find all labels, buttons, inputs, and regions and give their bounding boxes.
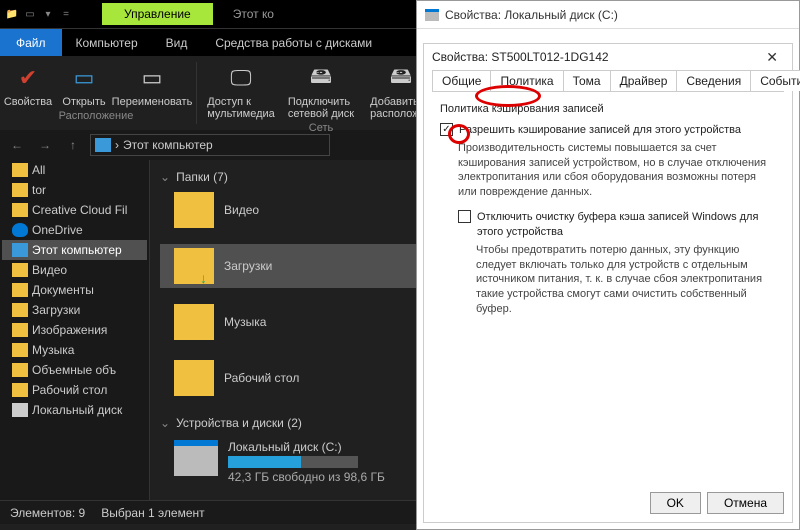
tree-item[interactable]: Видео [2,260,147,280]
tree-item[interactable]: All [2,160,147,180]
media-access-button[interactable]: 🖵Доступ к мультимедиа [201,60,281,122]
view-menu[interactable]: Вид [152,29,202,56]
status-item-count: Элементов: 9 [10,506,85,520]
folder-label: Видео [224,203,259,217]
disable-flush-checkbox[interactable] [458,210,471,223]
tree-item[interactable]: OneDrive [2,220,147,240]
ribbon-group-network: Сеть [309,122,333,134]
rename-button[interactable]: ▭Переименовать [112,60,192,110]
tree-item-label: Creative Cloud Fil [32,203,127,217]
window-title: Этот кo [233,7,274,21]
tree-item[interactable]: Локальный диск [2,400,147,420]
breadcrumb-this-pc[interactable]: Этот компьютер [123,138,213,152]
computer-menu[interactable]: Компьютер [62,29,152,56]
tree-item-icon [12,163,28,177]
map-network-drive-button[interactable]: 🖴Подключить сетевой диск [281,60,361,122]
tree-item-label: OneDrive [32,223,83,237]
qat-drop[interactable]: ▾ [40,6,56,22]
tree-item[interactable]: Рабочий стол [2,380,147,400]
pc-icon [95,138,111,152]
qat-item[interactable]: = [58,6,74,22]
dialog-outer-title: Свойства: Локальный диск (C:) [417,1,799,29]
tree-item[interactable]: Документы [2,280,147,300]
tree-item[interactable]: Загрузки [2,300,147,320]
tree-item-icon [12,283,28,297]
open-button[interactable]: ▭Открыть [56,60,112,110]
enable-write-cache-desc: Производительность системы повышается за… [458,141,776,200]
file-menu[interactable]: Файл [0,29,62,56]
tree-item[interactable]: Creative Cloud Fil [2,200,147,220]
disable-flush-desc: Чтобы предотвратить потерю данных, эту ф… [476,243,776,317]
tree-item[interactable]: Объемные объ [2,360,147,380]
tab-События[interactable]: События [750,70,800,91]
folder-icon: ↓ [174,248,214,284]
tree-item-label: Изображения [32,323,107,337]
folder-label: Музыка [224,315,266,329]
tab-Драйвер[interactable]: Драйвер [610,70,678,91]
dialog-inner-title: Свойства: ST500LT012-1DG142 [432,50,609,64]
drive-free-text: 42,3 ГБ свободно из 98,6 ГБ [228,470,385,484]
tree-item-icon [12,303,28,317]
disable-flush-label: Отключить очистку буфера кэша записей Wi… [477,210,776,240]
tree-item[interactable]: Этот компьютер [2,240,147,260]
tree-item-label: Видео [32,263,67,277]
tree-item-label: Локальный диск [32,403,122,417]
enable-write-cache-checkbox[interactable] [440,123,453,136]
tree-item-icon [12,343,28,357]
properties-dialog: Свойства: Локальный диск (C:) Свойства: … [416,0,800,530]
drive-icon [174,440,218,476]
tab-Тома[interactable]: Тома [563,70,611,91]
drive-icon [425,9,439,21]
nav-tree[interactable]: All tor Creative Cloud Fil OneDrive Этот ком… [0,160,150,500]
context-tab-manage[interactable]: Управление [102,3,213,25]
tree-item[interactable]: tor [2,180,147,200]
properties-button[interactable]: ✔Свойства [0,60,56,110]
tree-item-label: Этот компьютер [32,243,122,257]
breadcrumb[interactable]: › Этот компьютер [90,134,330,156]
tree-item[interactable]: Музыка [2,340,147,360]
tree-item-icon [12,243,28,257]
tree-item-icon [12,323,28,337]
tree-item-icon [12,223,28,237]
ribbon-group-location: Расположение [59,110,134,122]
tab-Сведения[interactable]: Сведения [676,70,751,91]
tree-item-label: Музыка [32,343,74,357]
tab-Общие[interactable]: Общие [432,70,491,91]
enable-write-cache-label: Разрешить кэширование записей для этого … [459,123,741,138]
disk-tools-menu[interactable]: Средства работы с дисками [201,29,386,56]
tree-item-icon [12,183,28,197]
tree-item-label: Рабочий стол [32,383,107,397]
tree-item-label: Загрузки [32,303,80,317]
tab-panel-policy: Политика кэширования записей Разрешить к… [432,91,784,335]
tree-item-label: Документы [32,283,94,297]
tree-item-icon [12,203,28,217]
tree-item-label: Объемные объ [32,363,116,377]
folder-label: Рабочий стол [224,371,299,385]
back-button[interactable]: ← [6,134,28,156]
up-button[interactable]: ↑ [62,134,84,156]
tree-item-label: tor [32,183,46,197]
folder-icon: 📁 [4,6,20,22]
folder-icon [174,192,214,228]
drive-usage-bar [228,456,358,468]
cancel-button[interactable]: Отмена [707,492,784,514]
tree-item-label: All [32,163,45,177]
tree-item[interactable]: Изображения [2,320,147,340]
dialog-tabs: ОбщиеПолитикаТомаДрайверСведенияСобытия [424,70,792,91]
group-label: Политика кэширования записей [440,102,776,117]
tree-item-icon [12,383,28,397]
tree-item-icon [12,403,28,417]
folder-icon [174,304,214,340]
ok-button[interactable]: OK [650,492,701,514]
tree-item-icon [12,363,28,377]
folder-label: Загрузки [224,259,272,273]
forward-button[interactable]: → [34,134,56,156]
drive-label: Локальный диск (C:) [228,440,385,454]
status-selected: Выбран 1 элемент [101,506,204,520]
tree-item-icon [12,263,28,277]
qat-props-icon[interactable]: ▭ [22,6,38,22]
tab-Политика[interactable]: Политика [490,70,563,91]
folder-icon [174,360,214,396]
dialog-close-button[interactable]: ✕ [760,49,784,66]
